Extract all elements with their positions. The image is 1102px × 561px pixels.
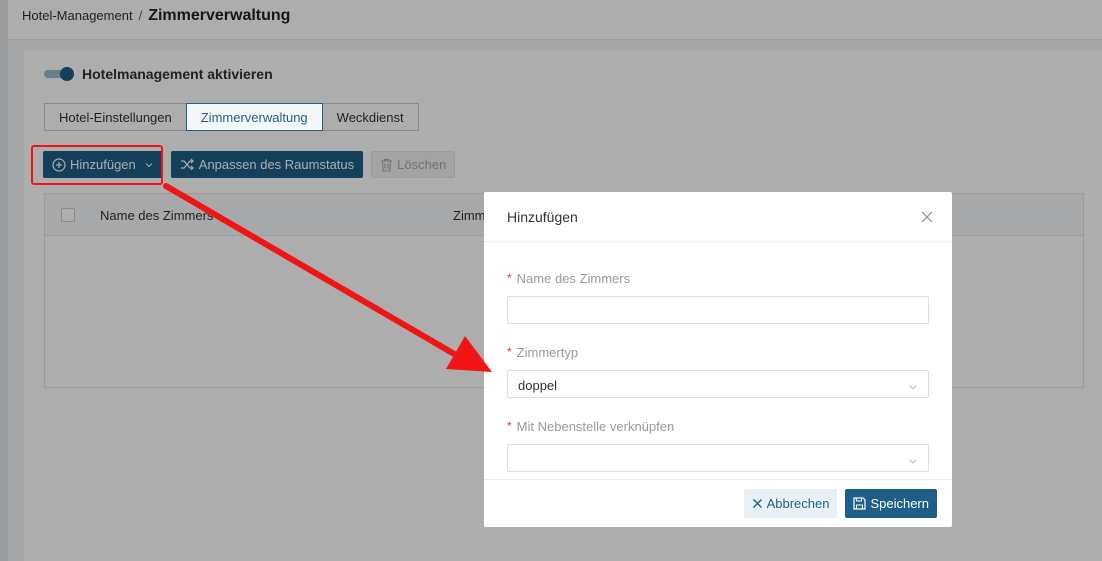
save-button-label: Speichern [870,496,929,511]
required-marker: * [507,419,512,433]
chevron-down-icon [908,380,918,390]
room-name-label: * Name des Zimmers [507,270,929,286]
dialog-header: Hinzufügen [484,192,952,242]
extension-label: * Mit Nebenstelle verknüpfen [507,418,929,434]
dialog-actions: Abbrechen Speichern [743,489,937,518]
close-icon [752,498,763,509]
close-icon[interactable] [920,210,934,224]
required-marker: * [507,345,512,359]
room-type-label-text: Zimmertyp [516,344,579,360]
room-name-label-text: Name des Zimmers [516,270,631,286]
cancel-button-label: Abbrechen [766,496,830,511]
dialog-footer: Abbrechen Speichern [484,479,952,527]
chevron-down-icon [908,454,918,464]
extension-label-text: Mit Nebenstelle verknüpfen [516,418,675,434]
room-type-label: * Zimmertyp [507,344,929,360]
save-button[interactable]: Speichern [845,489,937,518]
floppy-disk-icon [853,497,867,510]
dialog-title: Hinzufügen [507,209,578,225]
tab-room-management[interactable]: Zimmerverwaltung [185,103,323,131]
add-room-dialog: Hinzufügen * Name des Zimmers * Zimmerty… [484,192,952,527]
room-name-input[interactable] [508,297,928,323]
cancel-button[interactable]: Abbrechen [743,489,838,518]
add-room-form: * Name des Zimmers * Zimmertyp doppel * … [507,270,929,492]
annotation-highlight-box [31,145,163,185]
extension-select[interactable] [507,444,929,472]
room-type-selected-value: doppel [518,378,558,393]
required-marker: * [507,271,512,285]
room-type-select[interactable]: doppel [507,370,929,398]
room-name-field [507,296,929,324]
